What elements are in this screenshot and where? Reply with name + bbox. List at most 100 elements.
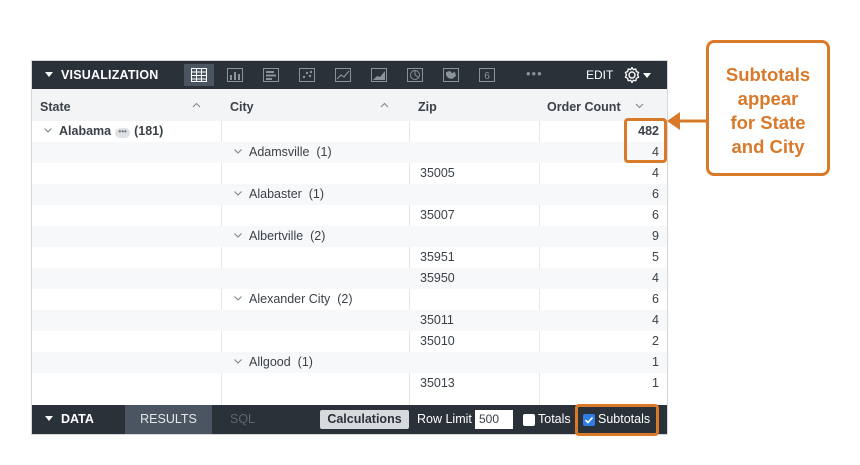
table-row: Alabama ••• (181) 482 <box>32 121 667 142</box>
city-count: (2) <box>337 292 353 306</box>
city-count: (1) <box>297 355 313 369</box>
callout-arrow-icon <box>667 112 709 130</box>
header-zip[interactable]: Zip <box>410 89 437 121</box>
callout-line: Subtotals <box>725 64 811 85</box>
visualization-toggle[interactable]: VISUALIZATION <box>45 61 159 89</box>
chevron-down-icon[interactable] <box>233 146 243 156</box>
city-cell[interactable]: Allgood (1) <box>233 352 313 373</box>
calculations-button[interactable]: Calculations <box>320 410 409 429</box>
city-cell[interactable]: Alexander City (2) <box>233 289 353 310</box>
order-count-cell: 1 <box>652 355 659 369</box>
callout-line: for State <box>730 112 806 133</box>
totals-checkbox[interactable] <box>523 414 535 426</box>
chevron-down-icon[interactable] <box>233 293 243 303</box>
table-row: Alexander City (2) 6 <box>32 289 667 310</box>
table-row: 35007 6 <box>32 205 667 226</box>
visualization-bar: VISUALIZATION 6 ••• EDIT <box>32 61 667 89</box>
sort-asc-icon[interactable] <box>380 101 389 110</box>
order-count-cell: 6 <box>652 187 659 201</box>
bar-chart-icon[interactable] <box>256 64 286 86</box>
table-row: Allgood (1) 1 <box>32 352 667 373</box>
column-chart-icon[interactable] <box>220 64 250 86</box>
city-count: (1) <box>316 145 332 159</box>
city-name: Allgood <box>249 355 291 369</box>
city-count: (1) <box>308 187 325 201</box>
order-count-cell: 9 <box>652 229 659 243</box>
order-count-cell: 1 <box>652 376 659 390</box>
city-name: Albertville <box>249 229 304 243</box>
line-chart-icon[interactable] <box>328 64 358 86</box>
table-row: Adamsville (1) 4 <box>32 142 667 163</box>
chevron-down-icon[interactable] <box>233 356 243 366</box>
table-row: 35950 4 <box>32 268 667 289</box>
caret-down-icon <box>45 72 53 77</box>
results-table: State City Zip Order Count Alabama ••• (18… <box>32 89 667 394</box>
callout-line: appear <box>737 88 799 109</box>
zip-cell: 35007 <box>420 208 455 222</box>
state-name: Alabama <box>59 124 112 138</box>
table-row: 35013 1 <box>32 373 667 394</box>
zip-cell: 35005 <box>420 166 455 180</box>
gear-icon[interactable] <box>622 65 642 85</box>
table-row: Alabaster (1) 6 <box>32 184 667 205</box>
zip-cell: 35010 <box>420 334 455 348</box>
visualization-title: VISUALIZATION <box>61 68 159 82</box>
scatter-chart-icon[interactable] <box>292 64 322 86</box>
row-limit-input[interactable] <box>475 410 513 429</box>
tab-results[interactable]: RESULTS <box>125 405 212 434</box>
state-cell[interactable]: Alabama ••• (181) <box>43 121 163 142</box>
chevron-down-icon[interactable] <box>233 230 243 240</box>
order-count-cell: 4 <box>652 313 659 327</box>
totals-label[interactable]: Totals <box>538 405 571 434</box>
table-row: 35010 2 <box>32 331 667 352</box>
data-toggle[interactable]: DATA <box>45 405 94 434</box>
tab-sql[interactable]: SQL <box>230 405 255 434</box>
city-cell[interactable]: Adamsville (1) <box>233 142 332 163</box>
caret-down-icon <box>45 416 53 421</box>
chevron-down-icon[interactable] <box>233 188 243 198</box>
table-row: 35011 4 <box>32 310 667 331</box>
single-value-icon[interactable]: 6 <box>472 64 502 86</box>
city-name: Alexander City <box>249 292 331 306</box>
city-name: Adamsville <box>249 145 310 159</box>
order-count-cell: 6 <box>652 292 659 306</box>
header-order-count[interactable]: Order Count <box>539 89 621 121</box>
more-viz-button[interactable]: ••• <box>526 61 543 87</box>
city-name: Alabaster <box>249 187 302 201</box>
more-options-icon[interactable]: ••• <box>115 128 131 138</box>
callout-line: and City <box>731 136 805 157</box>
header-state[interactable]: State <box>32 89 71 121</box>
edit-button[interactable]: EDIT <box>586 61 613 89</box>
callout-annotation: Subtotals appear for State and City <box>706 40 830 176</box>
table-viz-icon[interactable] <box>184 64 214 86</box>
chevron-down-icon[interactable] <box>43 125 53 135</box>
gear-caret-down-icon[interactable] <box>643 73 651 78</box>
city-count: (2) <box>310 229 326 243</box>
order-count-cell: 6 <box>652 208 659 222</box>
table-row: 35005 4 <box>32 163 667 184</box>
order-count-cell: 2 <box>652 334 659 348</box>
zip-cell: 35951 <box>420 250 455 264</box>
table-header: State City Zip Order Count <box>32 89 667 121</box>
city-cell[interactable]: Albertville (2) <box>233 226 325 247</box>
data-title: DATA <box>61 412 94 426</box>
order-count-cell: 4 <box>652 166 659 180</box>
zip-cell: 35950 <box>420 271 455 285</box>
sort-desc-icon[interactable] <box>635 101 644 110</box>
single-value-label: 6 <box>484 71 490 82</box>
sort-asc-icon[interactable] <box>192 101 201 110</box>
area-chart-icon[interactable] <box>364 64 394 86</box>
map-icon[interactable] <box>436 64 466 86</box>
explore-panel: VISUALIZATION 6 ••• EDIT State City Zip … <box>31 60 668 435</box>
table-row: 35951 5 <box>32 247 667 268</box>
subtotals-checkbox-highlight <box>575 404 659 436</box>
header-city[interactable]: City <box>222 89 254 121</box>
zip-cell: 35013 <box>420 376 455 390</box>
table-row: Albertville (2) 9 <box>32 226 667 247</box>
zip-cell: 35011 <box>420 313 454 327</box>
subtotal-highlight <box>624 118 667 163</box>
order-count-cell: 5 <box>652 250 659 264</box>
order-count-cell: 4 <box>652 271 659 285</box>
city-cell[interactable]: Alabaster (1) <box>233 184 324 205</box>
pie-chart-icon[interactable] <box>400 64 430 86</box>
